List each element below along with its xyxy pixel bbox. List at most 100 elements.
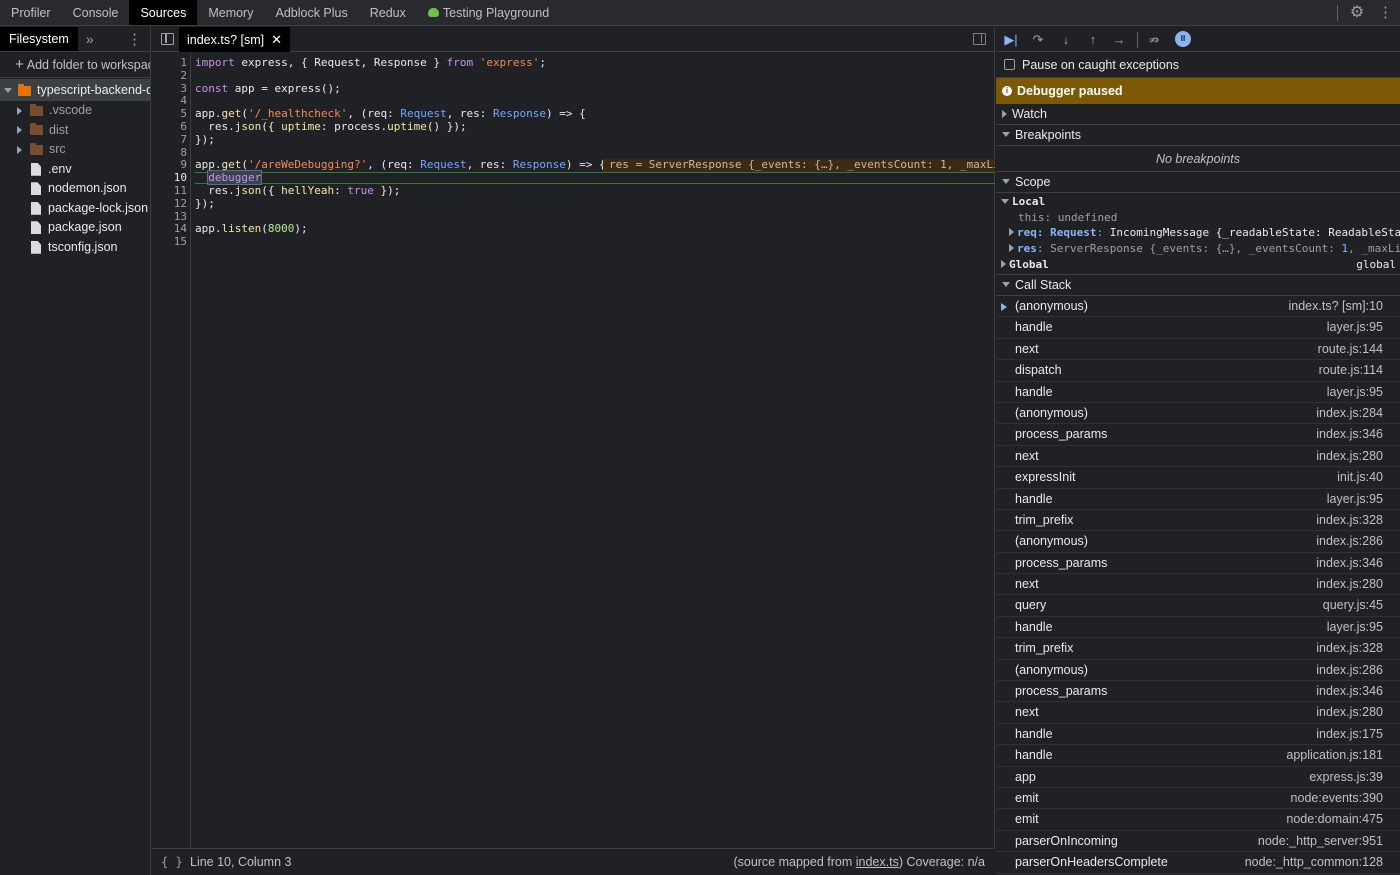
- collapse-arrow-icon[interactable]: [1009, 244, 1014, 253]
- call-frame-location[interactable]: route.js:144: [1318, 339, 1383, 360]
- toggle-debugger-icon[interactable]: [973, 33, 986, 45]
- tab-redux[interactable]: Redux: [359, 0, 417, 25]
- call-frame-location[interactable]: layer.js:95: [1327, 617, 1383, 638]
- collapse-arrow-icon[interactable]: [17, 126, 22, 135]
- scope-var-res[interactable]: res: ServerResponse {_events: {…}, _even…: [996, 241, 1400, 257]
- scope-var-this[interactable]: this: undefined: [996, 210, 1400, 226]
- call-frame-location[interactable]: layer.js:95: [1327, 382, 1383, 403]
- pause-on-caught-checkbox[interactable]: [1004, 59, 1015, 71]
- step-into-icon[interactable]: ↓: [1057, 31, 1075, 48]
- tab-console[interactable]: Console: [62, 0, 130, 25]
- call-frame[interactable]: parserOnIncoming node:_http_server:951: [996, 831, 1400, 853]
- call-frame-location[interactable]: express.js:39: [1309, 767, 1383, 788]
- collapse-arrow-icon[interactable]: [17, 145, 22, 154]
- call-frame-current[interactable]: (anonymous) index.ts? [sm]:10: [996, 296, 1400, 318]
- line-number[interactable]: 12: [157, 197, 187, 211]
- call-frame[interactable]: process_params index.js:346: [996, 681, 1400, 703]
- call-frame-location[interactable]: index.js:286: [1316, 660, 1383, 681]
- call-frame[interactable]: process_params index.js:346: [996, 424, 1400, 446]
- tab-adblock-plus[interactable]: Adblock Plus: [264, 0, 358, 25]
- deactivate-breakpoints-icon[interactable]: ⇏: [1145, 31, 1163, 48]
- call-frame[interactable]: next route.js:144: [996, 339, 1400, 361]
- scope-global-header[interactable]: Global global: [996, 257, 1400, 273]
- call-stack-section-header[interactable]: Call Stack: [996, 275, 1400, 296]
- breakpoints-section-header[interactable]: Breakpoints: [996, 125, 1400, 146]
- close-icon[interactable]: ✕: [271, 32, 282, 47]
- tree-folder-src[interactable]: src: [0, 140, 150, 160]
- call-frame[interactable]: handle index.js:175: [996, 724, 1400, 746]
- call-frame[interactable]: handle layer.js:95: [996, 617, 1400, 639]
- expand-arrow-icon[interactable]: [4, 88, 12, 94]
- call-frame[interactable]: next index.js:280: [996, 446, 1400, 468]
- pause-on-caught-exceptions[interactable]: Pause on caught exceptions: [996, 52, 1400, 78]
- call-frame-location[interactable]: index.js:280: [1316, 446, 1383, 467]
- call-frame[interactable]: (anonymous) index.js:286: [996, 660, 1400, 682]
- step-over-icon[interactable]: ↷: [1029, 31, 1047, 48]
- tab-filesystem[interactable]: Filesystem: [0, 27, 78, 51]
- tab-sources[interactable]: Sources: [129, 0, 198, 25]
- collapse-arrow-icon[interactable]: [17, 106, 22, 115]
- call-frame[interactable]: next index.js:280: [996, 574, 1400, 596]
- call-frame-location[interactable]: index.ts? [sm]:10: [1289, 296, 1384, 317]
- line-number[interactable]: 15: [157, 235, 187, 249]
- pause-on-exceptions-icon[interactable]: II: [1175, 31, 1191, 47]
- call-frame-location[interactable]: route.js:114: [1319, 360, 1383, 381]
- editor-file-tab[interactable]: index.ts? [sm] ✕: [179, 27, 291, 52]
- step-out-icon[interactable]: ↑: [1084, 31, 1102, 48]
- tree-file-tsconfig[interactable]: tsconfig.json: [0, 238, 150, 258]
- call-frame[interactable]: (anonymous) index.js:286: [996, 531, 1400, 553]
- pretty-print-icon[interactable]: { }: [161, 849, 183, 875]
- call-frame[interactable]: dispatch route.js:114: [996, 360, 1400, 382]
- call-frame-location[interactable]: init.js:40: [1337, 467, 1383, 488]
- tree-file-package-lock[interactable]: package-lock.json: [0, 199, 150, 219]
- tree-file-package[interactable]: package.json: [0, 218, 150, 238]
- call-frame[interactable]: handle layer.js:95: [996, 382, 1400, 403]
- call-frame-location[interactable]: index.js:286: [1316, 531, 1383, 552]
- call-frame-location[interactable]: index.js:280: [1316, 702, 1383, 723]
- call-frame[interactable]: emit node:events:390: [996, 788, 1400, 810]
- line-number[interactable]: 7: [157, 133, 187, 147]
- line-number[interactable]: 2: [157, 69, 187, 83]
- scope-var-req[interactable]: req: Request: IncomingMessage {_readable…: [996, 225, 1400, 241]
- call-frame-location[interactable]: index.js:328: [1316, 510, 1383, 531]
- tab-profiler[interactable]: Profiler: [0, 0, 62, 25]
- scope-section-header[interactable]: Scope: [996, 172, 1400, 193]
- call-frame[interactable]: expressInit init.js:40: [996, 467, 1400, 489]
- call-frame-location[interactable]: layer.js:95: [1327, 317, 1383, 338]
- line-number[interactable]: 6: [157, 120, 187, 134]
- call-frame[interactable]: handle layer.js:95: [996, 317, 1400, 339]
- call-frame[interactable]: trim_prefix index.js:328: [996, 510, 1400, 532]
- inline-variable-value[interactable]: res = ServerResponse {_events: {…}, _eve…: [603, 159, 995, 173]
- call-frame[interactable]: handle application.js:181: [996, 745, 1400, 767]
- call-frame[interactable]: emit node:domain:475: [996, 809, 1400, 831]
- call-frame[interactable]: next index.js:280: [996, 702, 1400, 724]
- watch-section-header[interactable]: Watch: [996, 104, 1400, 125]
- tree-file-nodemon[interactable]: nodemon.json: [0, 179, 150, 199]
- call-frame[interactable]: parserOnHeadersComplete node:_http_common…: [996, 852, 1400, 874]
- call-frame-location[interactable]: index.js:280: [1316, 574, 1383, 595]
- settings-gear-icon[interactable]: ⚙: [1348, 4, 1366, 22]
- call-frame-location[interactable]: index.js:346: [1316, 424, 1383, 445]
- source-map-link[interactable]: index.ts: [856, 855, 899, 869]
- step-icon[interactable]: →: [1110, 31, 1128, 48]
- line-number[interactable]: 1: [157, 56, 187, 70]
- tab-memory[interactable]: Memory: [197, 0, 264, 25]
- call-frame[interactable]: process_params index.js:346: [996, 553, 1400, 575]
- tree-folder-vscode[interactable]: .vscode: [0, 101, 150, 121]
- call-frame-location[interactable]: index.js:175: [1316, 724, 1383, 745]
- call-frame[interactable]: trim_prefix index.js:328: [996, 638, 1400, 660]
- call-frame-location[interactable]: index.js:346: [1316, 553, 1383, 574]
- chevron-more-icon[interactable]: »: [78, 27, 102, 51]
- call-frame[interactable]: app express.js:39: [996, 767, 1400, 788]
- toggle-navigator-icon[interactable]: [161, 33, 174, 45]
- kebab-menu-icon[interactable]: ⋮: [127, 27, 142, 52]
- tree-file-env[interactable]: .env: [0, 160, 150, 180]
- tree-root-folder[interactable]: typescript-backend-debugging: [0, 79, 150, 101]
- call-frame-location[interactable]: node:domain:475: [1286, 809, 1383, 830]
- call-frame-location[interactable]: node:_http_server:951: [1258, 831, 1383, 852]
- call-frame-location[interactable]: layer.js:95: [1327, 489, 1383, 510]
- tab-testing-playground[interactable]: Testing Playground: [417, 0, 560, 25]
- call-frame[interactable]: handle layer.js:95: [996, 489, 1400, 510]
- collapse-arrow-icon[interactable]: [1009, 228, 1014, 237]
- call-frame[interactable]: (anonymous) index.js:284: [996, 403, 1400, 425]
